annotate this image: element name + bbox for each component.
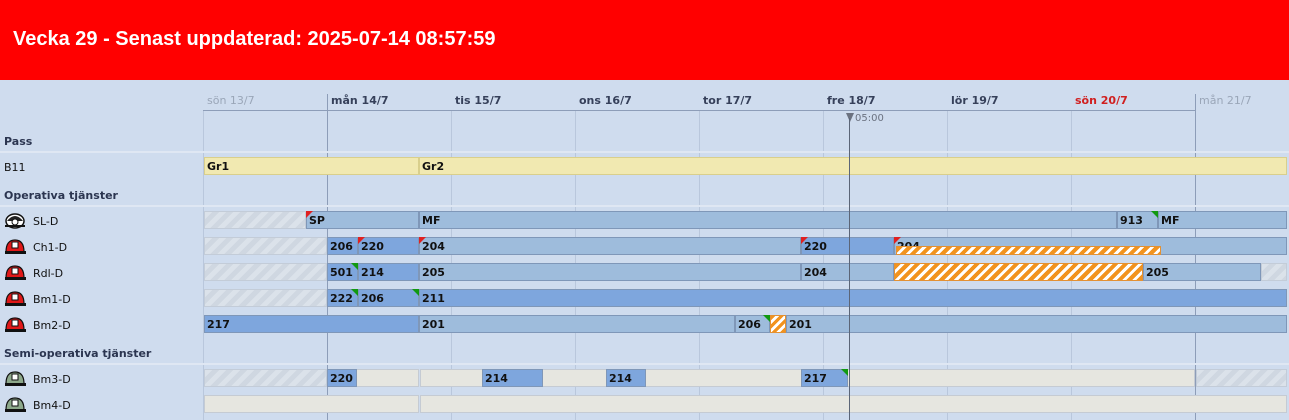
availability-bar[interactable] [420, 395, 1287, 413]
section-divider [0, 205, 1289, 207]
assignment-bar[interactable]: MF [1158, 211, 1287, 229]
assignment-bar[interactable]: 214 [482, 369, 543, 387]
assignment-bar[interactable]: MF [419, 211, 1117, 229]
conflict-hatch [894, 263, 1143, 281]
assignment-bar[interactable]: 205 [419, 263, 801, 281]
pass-bar[interactable]: Gr2 [419, 157, 1287, 175]
flag-green-icon [763, 315, 770, 322]
fire-helmet-icon [4, 264, 27, 281]
flag-red-icon [801, 237, 808, 244]
day-header[interactable]: ons 16/7 [579, 94, 632, 107]
assignment-bar[interactable]: 220 [358, 237, 419, 255]
assignment-bar[interactable]: 220 [801, 237, 894, 255]
row-label-sl-d[interactable]: SL-D [33, 215, 58, 228]
assignment-bar[interactable]: 211 [419, 289, 1287, 307]
section-divider [0, 363, 1289, 365]
now-marker-time: 05:00 [855, 113, 884, 124]
section-title-semi-operative: Semi-operativa tjänster [4, 347, 152, 360]
assignment-bar[interactable]: 205 [1143, 263, 1261, 281]
unavailable-block [204, 263, 327, 281]
day-header[interactable]: mån 21/7 [1199, 94, 1252, 107]
flag-green-icon [351, 263, 358, 270]
day-header[interactable]: tis 15/7 [455, 94, 501, 107]
assignment-bar[interactable]: 220 [327, 369, 357, 387]
assignment-bar[interactable]: 214 [606, 369, 646, 387]
semi-helmet-icon [4, 370, 27, 387]
row-label-bm2-d[interactable]: Bm2-D [33, 319, 71, 332]
flag-red-icon [306, 211, 313, 218]
semi-helmet-icon [4, 396, 27, 413]
unavailable-block [1196, 369, 1287, 387]
conflict-hatch [770, 315, 786, 333]
unavailable-block [204, 289, 327, 307]
flag-red-icon [894, 237, 901, 244]
current-time-line [849, 118, 850, 420]
flag-red-icon [419, 237, 426, 244]
day-header[interactable]: sön 13/7 [207, 94, 255, 107]
pass-bar[interactable]: Gr1 [204, 157, 419, 175]
unavailable-block [204, 369, 327, 387]
page-title: Vecka 29 - Senast uppdaterad: 2025-07-14… [13, 28, 496, 50]
page-header: Vecka 29 - Senast uppdaterad: 2025-07-14… [0, 0, 1289, 80]
unavailable-block [204, 237, 327, 255]
section-title-pass: Pass [4, 135, 33, 148]
flag-red-icon [358, 237, 365, 244]
flag-green-icon [412, 289, 419, 296]
day-header[interactable]: lör 19/7 [951, 94, 999, 107]
availability-bar[interactable] [204, 395, 419, 413]
day-header[interactable]: sön 20/7 [1075, 94, 1128, 107]
row-label-bm1-d[interactable]: Bm1-D [33, 293, 71, 306]
assignment-bar[interactable]: 204 [419, 237, 801, 255]
assignment-bar[interactable]: 206 [358, 289, 419, 307]
fire-helmet-icon [4, 238, 27, 255]
row-label-ch1-d[interactable]: Ch1-D [33, 241, 67, 254]
day-header[interactable]: tor 17/7 [703, 94, 752, 107]
assignment-bar[interactable]: 201 [419, 315, 735, 333]
conflict-hatch [896, 246, 1161, 255]
unavailable-block [204, 211, 306, 229]
assignment-bar[interactable]: 214 [358, 263, 419, 281]
day-header[interactable]: mån 14/7 [331, 94, 389, 107]
assignment-bar[interactable]: 201 [786, 315, 1287, 333]
fire-helmet-icon [4, 290, 27, 307]
section-divider [0, 151, 1289, 153]
unavailable-block [1261, 263, 1287, 281]
flag-green-icon [351, 289, 358, 296]
row-label-bm4-d[interactable]: Bm4-D [33, 399, 71, 412]
flag-green-icon [841, 369, 848, 376]
row-label-bm3-d[interactable]: Bm3-D [33, 373, 71, 386]
day-header[interactable]: fre 18/7 [827, 94, 875, 107]
now-marker-icon [846, 113, 854, 122]
row-label-rdl-d[interactable]: Rdl-D [33, 267, 63, 280]
row-label-b11[interactable]: B11 [4, 161, 26, 174]
helmet-icon [4, 212, 27, 229]
assignment-bar[interactable]: 204 [801, 263, 894, 281]
section-title-operative: Operativa tjänster [4, 189, 118, 202]
fire-helmet-icon [4, 316, 27, 333]
assignment-bar[interactable]: 206 [327, 237, 358, 255]
flag-green-icon [1151, 211, 1158, 218]
assignment-bar[interactable]: SP [306, 211, 419, 229]
assignment-bar[interactable]: 217 [204, 315, 419, 333]
